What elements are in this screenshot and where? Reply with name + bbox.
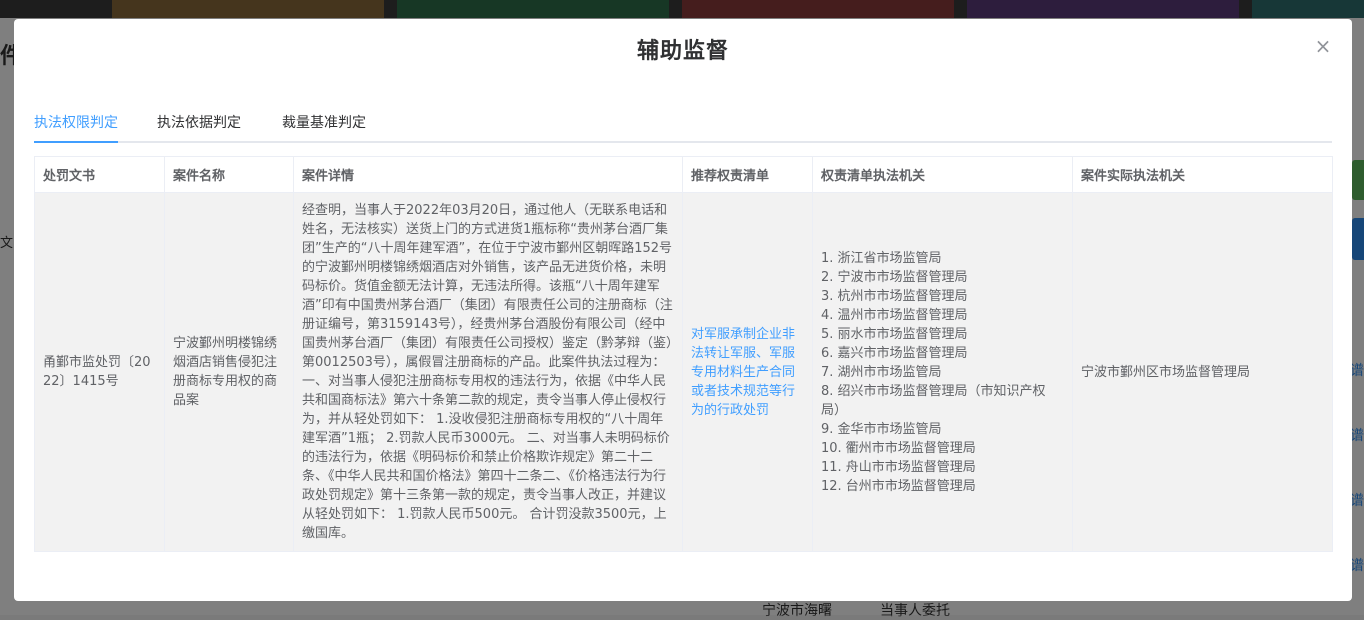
table-row: 甬鄞市监处罚〔2022〕1415号 宁波鄞州明楼锦绣烟酒店销售侵犯注册商标专用权… (34, 192, 1333, 552)
table-header-row: 处罚文书 案件名称 案件详情 推荐权责清单 权责清单执法机关 案件实际执法机关 (34, 156, 1333, 193)
tab-bar: 执法权限判定 执法依据判定 裁量基准判定 (34, 109, 1332, 143)
judgment-table: 处罚文书 案件名称 案件详情 推荐权责清单 权责清单执法机关 案件实际执法机关 … (34, 156, 1333, 552)
dialog-title: 辅助监督 (636, 39, 729, 64)
list-item: 10. 衢州市市场监督管理局 (821, 440, 976, 456)
list-item: 11. 舟山市市场监督管理局 (821, 459, 976, 475)
cell-list-authorities: 1. 浙江省市场监管局 2. 宁波市市场监督管理局 3. 杭州市市场监督管理局 … (812, 192, 1073, 552)
list-item: 2. 宁波市市场监督管理局 (821, 269, 968, 285)
assist-supervision-dialog: 辅助监督 × 执法权限判定 执法依据判定 裁量基准判定 处罚文书 案件名称 案件… (14, 19, 1352, 601)
authority-list: 1. 浙江省市场监管局 2. 宁波市市场监督管理局 3. 杭州市市场监督管理局 … (821, 249, 1064, 496)
list-item: 5. 丽水市市场监督管理局 (821, 326, 968, 342)
tab-discretion-standard[interactable]: 裁量基准判定 (282, 109, 366, 141)
list-item: 1. 浙江省市场监管局 (821, 250, 942, 266)
list-item: 3. 杭州市市场监督管理局 (821, 288, 968, 304)
cell-case-detail: 经查明，当事人于2022年03月20日，通过他人（无联系电话和姓名，无法核实）送… (293, 192, 683, 552)
active-tab-indicator (34, 141, 118, 143)
tab-label: 执法依据判定 (157, 115, 241, 131)
cell-actual-authority: 宁波市鄞州区市场监督管理局 (1072, 192, 1333, 552)
column-header-recommended-list: 推荐权责清单 (682, 156, 813, 193)
list-item: 7. 湖州市市场监管局 (821, 364, 942, 380)
list-item: 6. 嘉兴市市场监督管理局 (821, 345, 968, 361)
column-header-list-authorities: 权责清单执法机关 (812, 156, 1073, 193)
column-header-case-name: 案件名称 (164, 156, 294, 193)
list-item: 4. 温州市市场监督管理局 (821, 307, 968, 323)
list-item: 8. 绍兴市市场监督管理局（市知识产权局） (821, 383, 1046, 418)
tab-enforcement-authority[interactable]: 执法权限判定 (34, 109, 118, 143)
cell-recommended-list: 对军服承制企业非法转让军服、军服专用材料生产合同或者技术规范等行为的行政处罚 (682, 192, 813, 552)
column-header-penalty-doc: 处罚文书 (34, 156, 165, 193)
cell-penalty-doc: 甬鄞市监处罚〔2022〕1415号 (34, 192, 165, 552)
column-header-case-detail: 案件详情 (293, 156, 683, 193)
recommended-list-link[interactable]: 对军服承制企业非法转让军服、军服专用材料生产合同或者技术规范等行为的行政处罚 (691, 327, 795, 418)
list-item: 12. 台州市市场监督管理局 (821, 478, 976, 494)
tab-label: 执法权限判定 (34, 115, 118, 131)
tab-label: 裁量基准判定 (282, 115, 366, 131)
column-header-actual-authority: 案件实际执法机关 (1072, 156, 1333, 193)
tab-enforcement-basis[interactable]: 执法依据判定 (157, 109, 241, 141)
list-item: 9. 金华市市场监管局 (821, 421, 942, 437)
close-icon[interactable]: × (1312, 35, 1334, 57)
cell-case-name: 宁波鄞州明楼锦绣烟酒店销售侵犯注册商标专用权的商品案 (164, 192, 294, 552)
